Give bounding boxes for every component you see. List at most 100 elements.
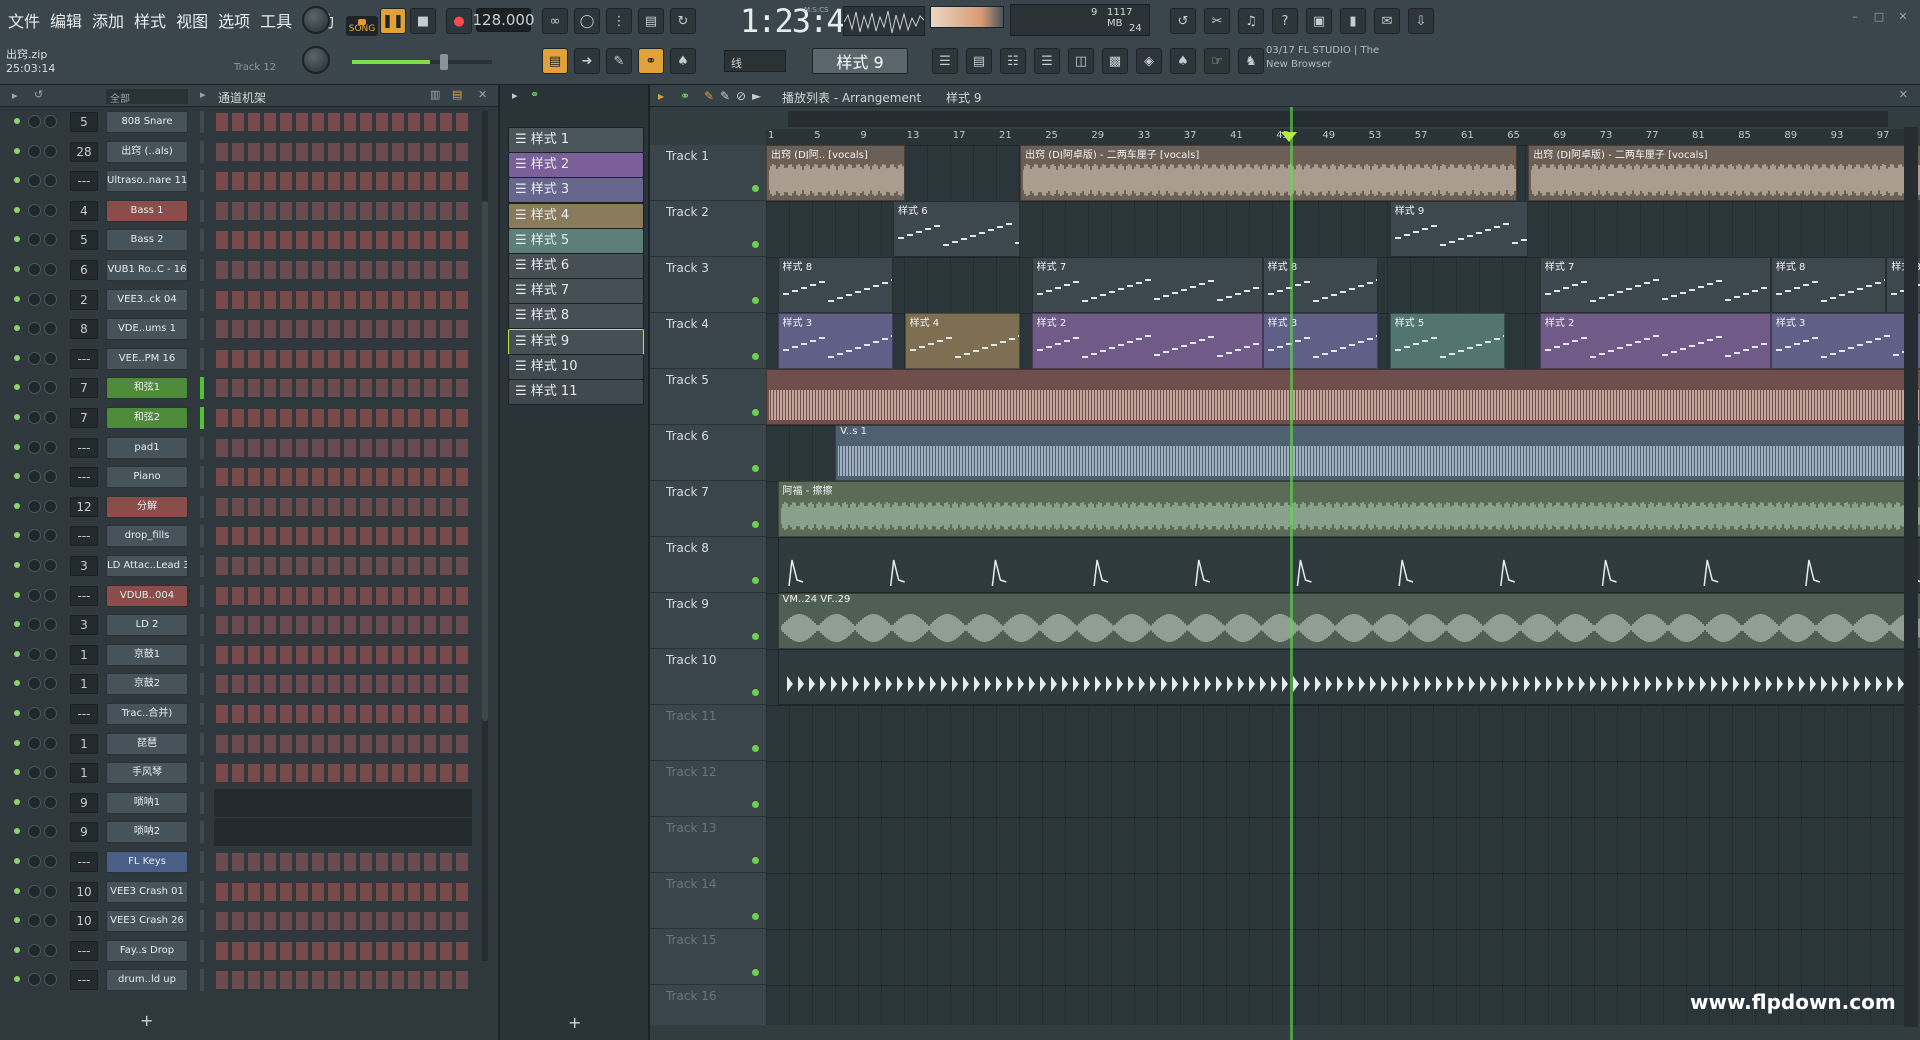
track-header[interactable]: Track 8 bbox=[650, 537, 766, 593]
pattern-item[interactable]: ☰ 样式 8 bbox=[508, 303, 644, 330]
channel-step-sequencer[interactable] bbox=[216, 468, 472, 487]
channel-mute-led[interactable] bbox=[14, 858, 20, 864]
channel-volume-knob[interactable] bbox=[44, 292, 57, 306]
channel-row[interactable]: --- pad1 bbox=[0, 433, 498, 463]
playlist-clip[interactable]: 出窍 (DJ阿卓版) - 二两车厘子 [vocals] bbox=[1528, 145, 1920, 201]
channel-piano-roll-preview[interactable] bbox=[214, 818, 472, 847]
channel-mute-led[interactable] bbox=[14, 206, 20, 213]
channel-mute-led[interactable] bbox=[14, 562, 20, 568]
channel-mixer-track[interactable]: 1 bbox=[70, 763, 98, 784]
channel-pan-knob[interactable] bbox=[28, 381, 41, 395]
channel-volume-knob[interactable] bbox=[44, 322, 57, 336]
track-mute-led[interactable] bbox=[752, 633, 759, 640]
channel-step-sequencer[interactable] bbox=[216, 261, 472, 279]
channel-mixer-track[interactable]: 1 bbox=[70, 674, 98, 695]
playlist-clip[interactable]: 样式 8 bbox=[777, 257, 894, 313]
track-header[interactable]: Track 11 bbox=[650, 705, 766, 761]
playlist-clip[interactable]: 样式 2 bbox=[1539, 313, 1771, 369]
playlist-clip[interactable]: 样式 8 bbox=[1770, 257, 1887, 313]
channel-mixer-track[interactable]: --- bbox=[70, 171, 98, 192]
picker-magnet-icon[interactable]: ⚭ bbox=[530, 88, 539, 101]
channel-select-indicator[interactable] bbox=[200, 762, 204, 785]
channel-name-button[interactable]: Piano bbox=[106, 466, 188, 489]
channel-mixer-track[interactable]: --- bbox=[70, 526, 98, 547]
channel-name-button[interactable]: VDE..ums 1 bbox=[106, 318, 188, 341]
channel-name-button[interactable]: 琵琶 bbox=[106, 732, 188, 755]
menu-item-1[interactable]: 编辑 bbox=[46, 6, 86, 34]
track-header[interactable]: Track 9 bbox=[650, 593, 766, 649]
channel-pan-knob[interactable] bbox=[28, 677, 41, 691]
add-pattern-button[interactable]: + bbox=[568, 1013, 581, 1032]
channel-volume-knob[interactable] bbox=[44, 263, 57, 276]
channel-row[interactable]: 4 Bass 1 bbox=[0, 196, 498, 226]
channel-step-sequencer[interactable] bbox=[216, 941, 472, 960]
channel-row[interactable]: --- VDUB..004 bbox=[0, 581, 498, 611]
help-icon[interactable]: ? bbox=[1272, 8, 1298, 34]
playlist-clip[interactable] bbox=[777, 537, 1920, 593]
channel-mute-led[interactable] bbox=[14, 473, 20, 480]
pattern-selector[interactable]: 样式 9 bbox=[812, 48, 908, 74]
channel-mixer-track[interactable]: 9 bbox=[70, 792, 98, 813]
playlist-clip[interactable]: 样式 9 bbox=[1389, 201, 1529, 257]
track-mute-led[interactable] bbox=[752, 857, 759, 864]
channel-row[interactable]: --- Trac..合并) bbox=[0, 699, 498, 729]
channel-volume-knob[interactable] bbox=[44, 529, 57, 543]
channel-name-button[interactable]: 出窍 (..als) bbox=[106, 140, 188, 163]
channel-select-indicator[interactable] bbox=[200, 673, 204, 696]
track-mute-led[interactable] bbox=[752, 297, 759, 304]
channel-volume-knob[interactable] bbox=[44, 499, 57, 513]
track-mute-led[interactable] bbox=[752, 969, 759, 976]
channel-pan-knob[interactable] bbox=[28, 174, 41, 188]
channel-mute-led[interactable] bbox=[14, 710, 20, 716]
channel-row[interactable]: --- Fay..s Drop bbox=[0, 936, 498, 966]
channel-mixer-track[interactable]: --- bbox=[70, 940, 98, 961]
channel-volume-knob[interactable] bbox=[44, 588, 57, 602]
track-header[interactable]: Track 12 bbox=[650, 761, 766, 817]
wait-input-icon[interactable]: ◯ bbox=[574, 8, 600, 34]
channel-pan-knob[interactable] bbox=[28, 707, 41, 720]
playlist-clip[interactable]: 样式 2 bbox=[1031, 313, 1263, 369]
cut-icon[interactable]: ✂ bbox=[1204, 8, 1230, 34]
channel-pan-knob[interactable] bbox=[28, 292, 41, 306]
cart-icon[interactable]: ♞ bbox=[1238, 48, 1264, 74]
channel-mute-led[interactable] bbox=[14, 266, 20, 272]
master-volume-knob[interactable] bbox=[302, 6, 330, 34]
playlist-clip[interactable]: 阿福 - 擦擦 bbox=[777, 481, 1920, 537]
channel-rack-icon[interactable]: ☷ bbox=[1000, 48, 1026, 74]
channel-pan-knob[interactable] bbox=[28, 973, 41, 987]
channel-name-button[interactable]: LD 2 bbox=[106, 614, 188, 637]
playlist-overview[interactable] bbox=[788, 111, 1888, 127]
channel-mute-led[interactable] bbox=[14, 591, 20, 598]
channel-mute-led[interactable] bbox=[14, 650, 20, 657]
channel-name-button[interactable]: VDUB..004 bbox=[106, 584, 188, 607]
channel-pan-knob[interactable] bbox=[28, 115, 41, 128]
channel-step-sequencer[interactable] bbox=[216, 379, 472, 398]
channel-select-indicator[interactable] bbox=[200, 584, 204, 607]
channel-mixer-track[interactable]: 10 bbox=[70, 911, 98, 932]
channel-step-sequencer[interactable] bbox=[216, 912, 472, 931]
menu-item-5[interactable]: 选项 bbox=[214, 6, 254, 34]
channel-mute-led[interactable] bbox=[14, 798, 20, 805]
pl-delete-icon[interactable]: ⊘ bbox=[736, 89, 746, 103]
channel-pan-knob[interactable] bbox=[28, 766, 41, 780]
channel-step-sequencer[interactable] bbox=[216, 645, 472, 664]
playlist-clip[interactable]: 样式 3 bbox=[777, 313, 894, 369]
channel-row[interactable]: 10 VEE3 Crash 01 bbox=[0, 877, 498, 907]
maximize-icon[interactable]: □ bbox=[1870, 10, 1888, 24]
channel-volume-knob[interactable] bbox=[44, 677, 57, 691]
channel-pan-knob[interactable] bbox=[28, 440, 41, 454]
channel-mute-led[interactable] bbox=[14, 118, 20, 124]
link-icon[interactable]: ⚭ bbox=[638, 48, 664, 74]
channel-row[interactable]: 3 LD 2 bbox=[0, 610, 498, 640]
playlist-clip[interactable]: 样式 7 bbox=[1031, 257, 1263, 313]
track-mute-led[interactable] bbox=[752, 241, 759, 248]
track-mute-led[interactable] bbox=[752, 465, 759, 472]
channel-row[interactable]: 7 和弦2 bbox=[0, 403, 498, 433]
piano-roll-window-icon[interactable]: ▤ bbox=[966, 48, 992, 74]
channel-select-indicator[interactable] bbox=[200, 495, 204, 518]
channel-row[interactable]: 5 808 Snare bbox=[0, 107, 498, 137]
channel-mute-led[interactable] bbox=[14, 325, 20, 332]
rack-arrow-icon[interactable]: ▸ bbox=[12, 89, 18, 102]
channel-mixer-track[interactable]: --- bbox=[70, 348, 98, 369]
channel-mixer-track[interactable]: 8 bbox=[70, 319, 98, 340]
